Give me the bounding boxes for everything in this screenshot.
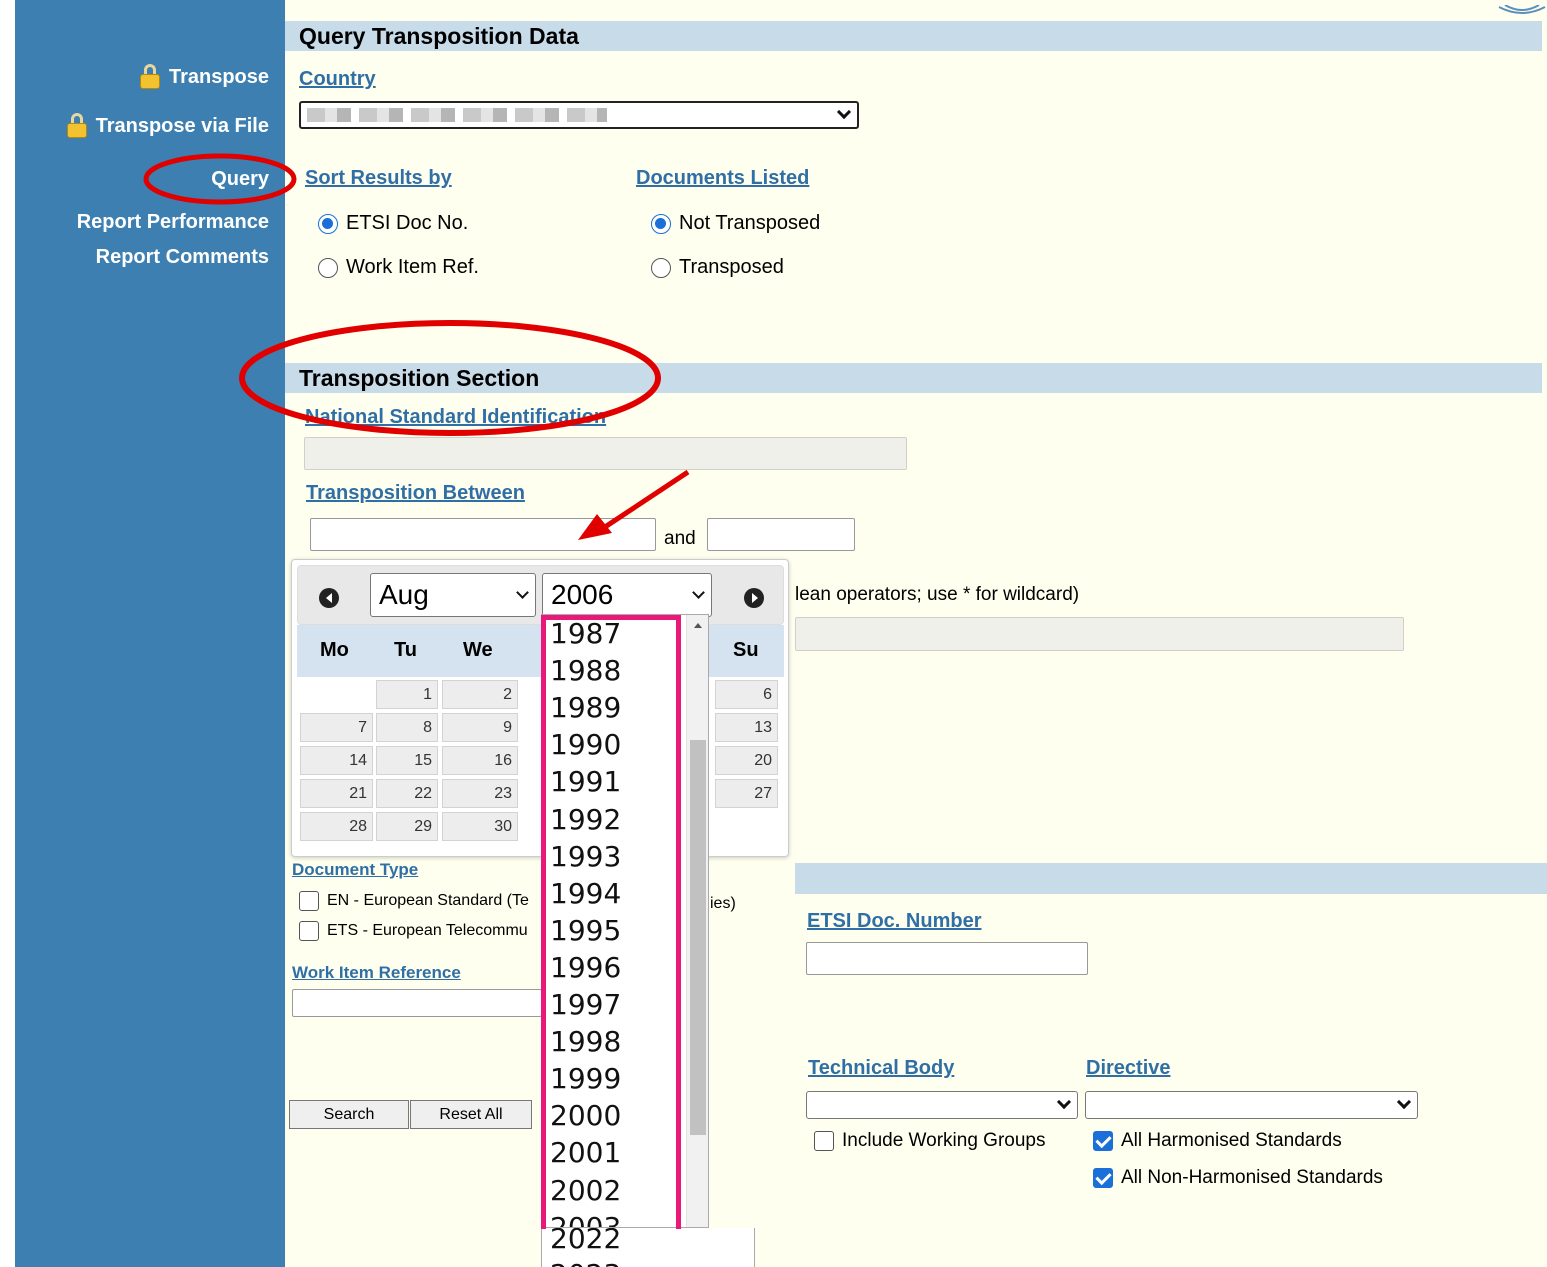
- annotation-circle-transposition: [239, 320, 661, 436]
- annotation-arrow-line: [603, 469, 690, 530]
- logo-corner: [1497, 0, 1547, 14]
- annotation-layer: [143, 153, 690, 540]
- annotation-arrow-head: [578, 514, 612, 540]
- annotation-circle-query: [143, 153, 297, 205]
